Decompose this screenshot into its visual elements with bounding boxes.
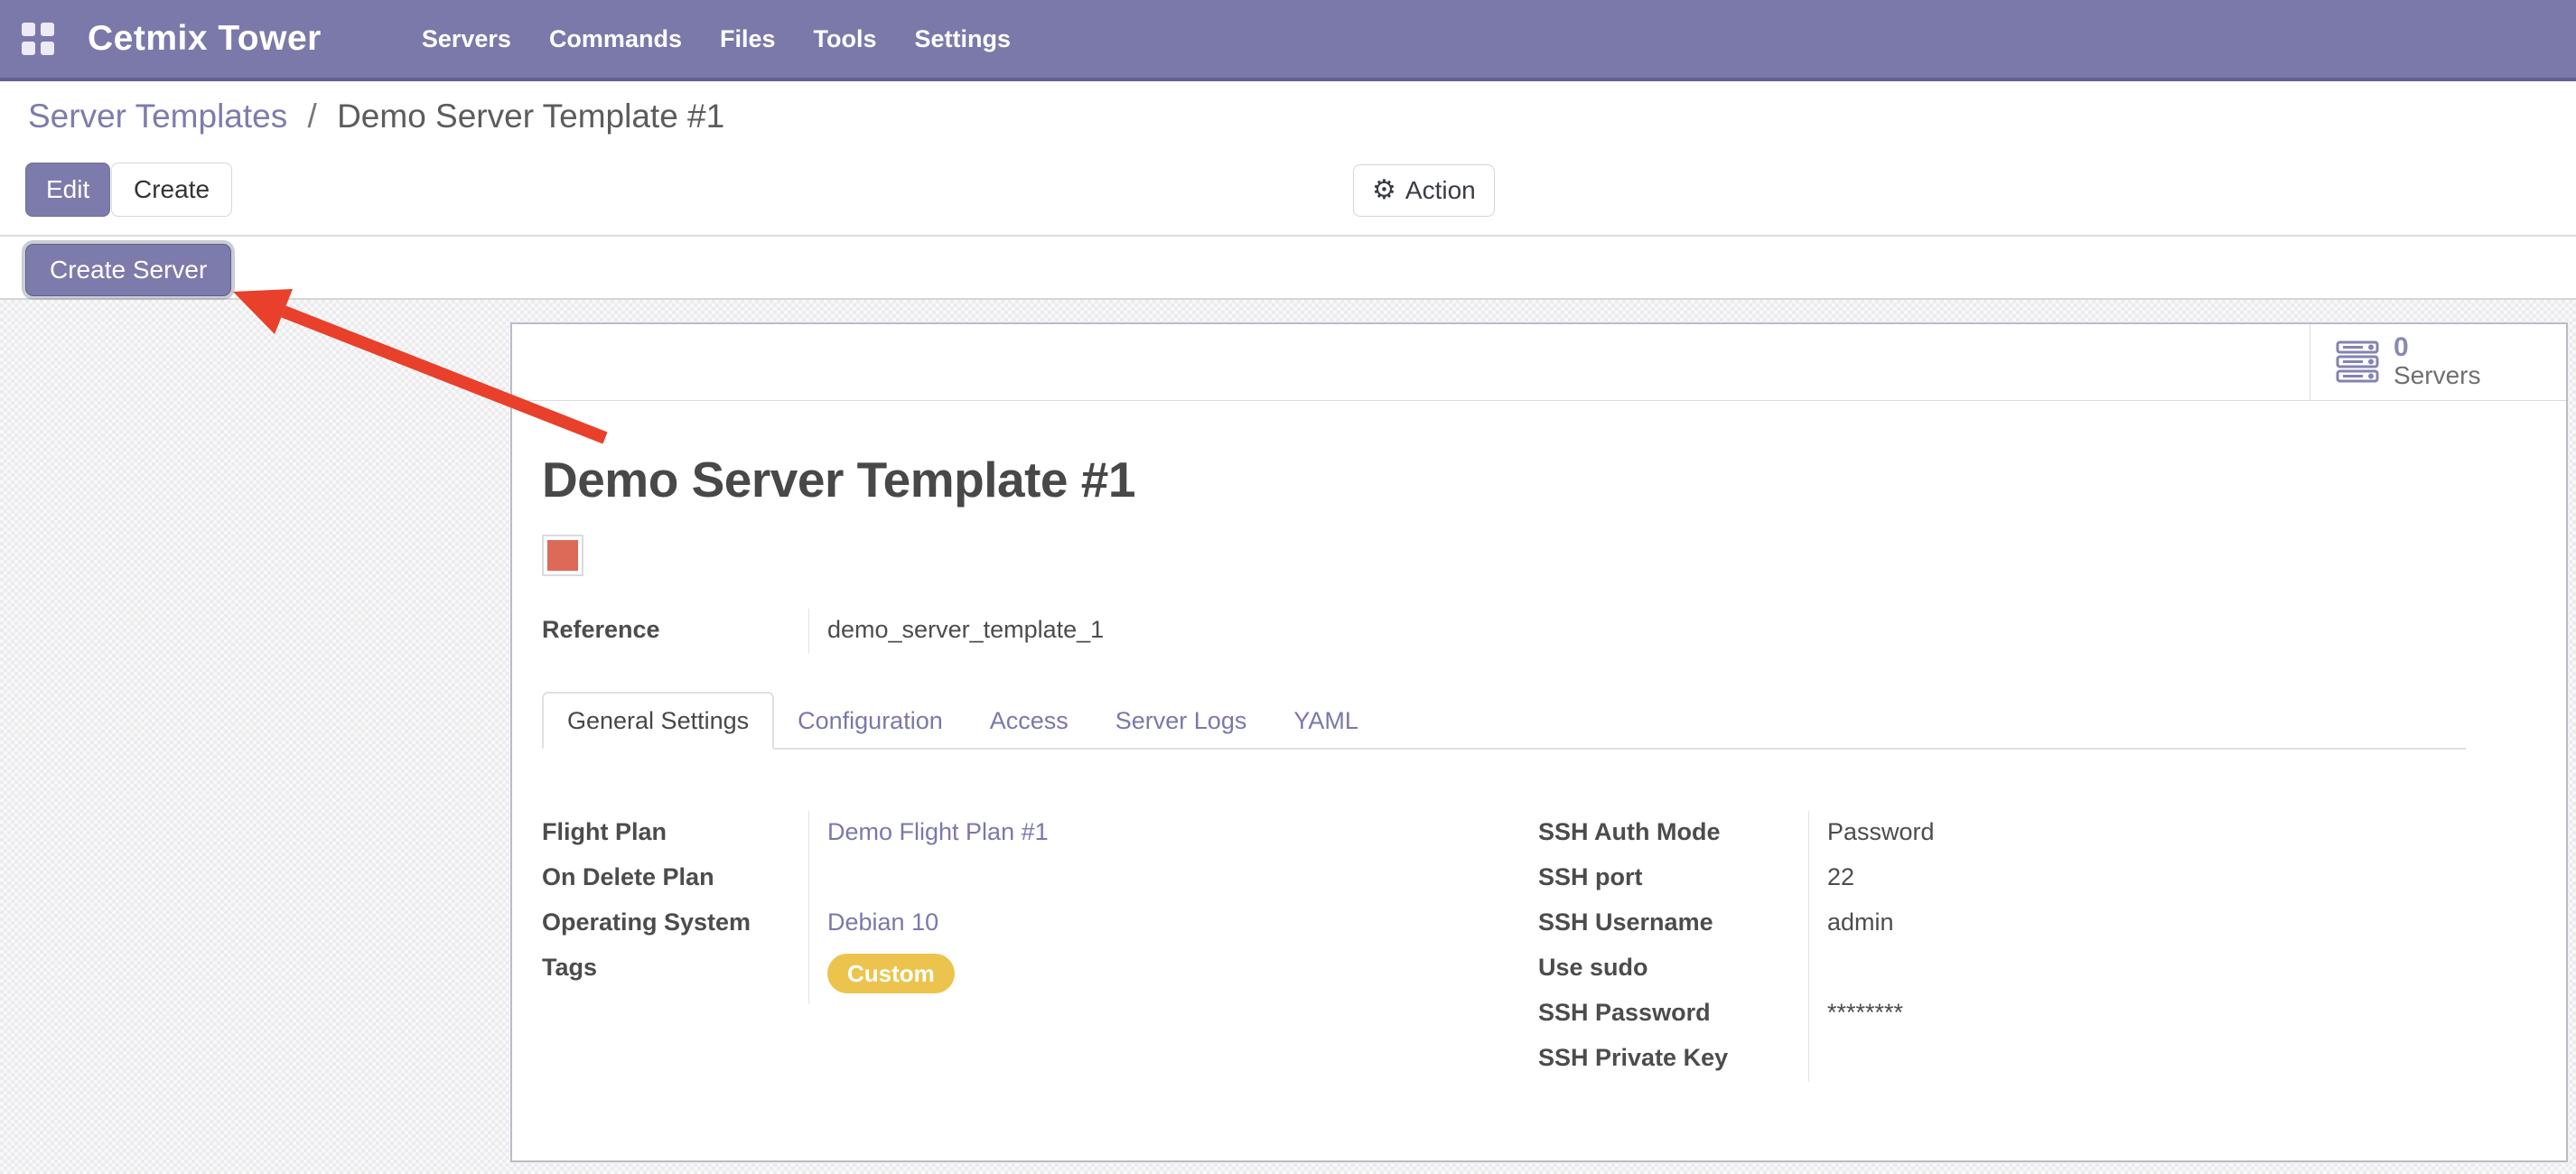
action-button[interactable]: ⚙ Action: [1353, 164, 1495, 217]
fields-section: Flight Plan Demo Flight Plan #1 On Delet…: [542, 811, 2536, 1004]
nav-item-commands[interactable]: Commands: [530, 0, 701, 78]
ssh-port-value: 22: [1809, 856, 2217, 901]
reference-label: Reference: [542, 609, 809, 654]
ssh-private-key-value: [1809, 1037, 2217, 1082]
field-row-ssh-private-key: SSH Private Key: [1538, 1037, 2216, 1082]
breadcrumb-separator: /: [308, 98, 317, 135]
field-row-flight-plan: Flight Plan Demo Flight Plan #1: [542, 811, 1216, 856]
stat-count: 0: [2394, 334, 2480, 361]
on-delete-plan-label: On Delete Plan: [542, 856, 809, 901]
nav-item-settings[interactable]: Settings: [896, 0, 1031, 78]
nav-item-servers[interactable]: Servers: [403, 0, 530, 78]
breadcrumb: Server Templates / Demo Server Template …: [28, 98, 724, 135]
top-navbar: Cetmix Tower Servers Commands Files Tool…: [0, 0, 2576, 81]
action-button-label: Action: [1405, 176, 1476, 205]
tag-badge-custom: Custom: [827, 954, 955, 993]
servers-stack-icon: [2336, 340, 2379, 384]
create-server-button[interactable]: Create Server: [25, 244, 231, 296]
reference-group: Reference demo_server_template_1: [542, 609, 1216, 654]
nav-item-files[interactable]: Files: [701, 0, 795, 78]
ssh-password-value: ********: [1809, 992, 2217, 1037]
ssh-private-key-label: SSH Private Key: [1538, 1037, 1809, 1082]
operating-system-link[interactable]: Debian 10: [827, 908, 938, 936]
tab-server-logs[interactable]: Server Logs: [1092, 694, 1271, 748]
breadcrumb-current: Demo Server Template #1: [337, 98, 724, 135]
page: Cetmix Tower Servers Commands Files Tool…: [0, 0, 2576, 1174]
content-area: 0 Servers Demo Server Template #1 Refere…: [0, 300, 2576, 1174]
use-sudo-value: [1809, 946, 2217, 992]
field-row-on-delete-plan: On Delete Plan: [542, 856, 1216, 901]
page-title: Demo Server Template #1: [542, 450, 2536, 509]
ssh-username-value: admin: [1809, 901, 2217, 946]
breadcrumb-parent-link[interactable]: Server Templates: [28, 98, 287, 135]
flight-plan-label: Flight Plan: [542, 811, 809, 856]
field-row-tags: Tags Custom: [542, 946, 1216, 1004]
tab-general-settings[interactable]: General Settings: [542, 692, 774, 750]
reference-value: demo_server_template_1: [809, 609, 1217, 654]
ssh-password-label: SSH Password: [1538, 992, 1809, 1037]
field-row-ssh-port: SSH port 22: [1538, 856, 2216, 901]
stat-button-row: 0 Servers: [512, 324, 2566, 401]
form-sheet: 0 Servers Demo Server Template #1 Refere…: [510, 322, 2568, 1162]
color-swatch: [542, 535, 583, 576]
nav-item-tools[interactable]: Tools: [795, 0, 896, 78]
fields-left-group: Flight Plan Demo Flight Plan #1 On Delet…: [542, 811, 1216, 1004]
brand-title[interactable]: Cetmix Tower: [88, 19, 322, 59]
stat-label: Servers: [2394, 361, 2480, 390]
on-delete-plan-value: [809, 856, 1217, 901]
tab-access[interactable]: Access: [966, 694, 1092, 748]
field-row-use-sudo: Use sudo: [1538, 946, 2216, 992]
tags-label: Tags: [542, 946, 809, 1004]
ssh-username-label: SSH Username: [1538, 901, 1809, 946]
nav-menu: Servers Commands Files Tools Settings: [403, 0, 1030, 78]
tab-configuration[interactable]: Configuration: [774, 694, 966, 748]
create-button[interactable]: Create: [111, 163, 232, 217]
tab-yaml[interactable]: YAML: [1270, 694, 1382, 748]
action-strip: Create Server: [0, 237, 2576, 300]
field-row-ssh-password: SSH Password ********: [1538, 992, 2216, 1037]
flight-plan-link[interactable]: Demo Flight Plan #1: [827, 818, 1049, 845]
sheet-body: Demo Server Template #1 Reference demo_s…: [512, 450, 2566, 1004]
fields-right-group: SSH Auth Mode Password SSH port 22 SSH U…: [1538, 811, 2216, 1082]
field-row-operating-system: Operating System Debian 10: [542, 901, 1216, 946]
gear-icon: ⚙: [1372, 177, 1396, 204]
control-panel: Server Templates / Demo Server Template …: [0, 81, 2576, 237]
notebook-tabs: General Settings Configuration Access Se…: [542, 692, 2466, 750]
edit-button[interactable]: Edit: [25, 163, 110, 217]
apps-grid-icon[interactable]: [22, 23, 55, 56]
ssh-auth-mode-label: SSH Auth Mode: [1538, 811, 1809, 856]
ssh-port-label: SSH port: [1538, 856, 1809, 901]
operating-system-label: Operating System: [542, 901, 809, 946]
field-row-ssh-username: SSH Username admin: [1538, 901, 2216, 946]
ssh-auth-mode-value: Password: [1809, 811, 2217, 856]
servers-stat-button[interactable]: 0 Servers: [2310, 324, 2566, 400]
use-sudo-label: Use sudo: [1538, 946, 1809, 992]
field-row-ssh-auth-mode: SSH Auth Mode Password: [1538, 811, 2216, 856]
field-row-reference: Reference demo_server_template_1: [542, 609, 1216, 654]
